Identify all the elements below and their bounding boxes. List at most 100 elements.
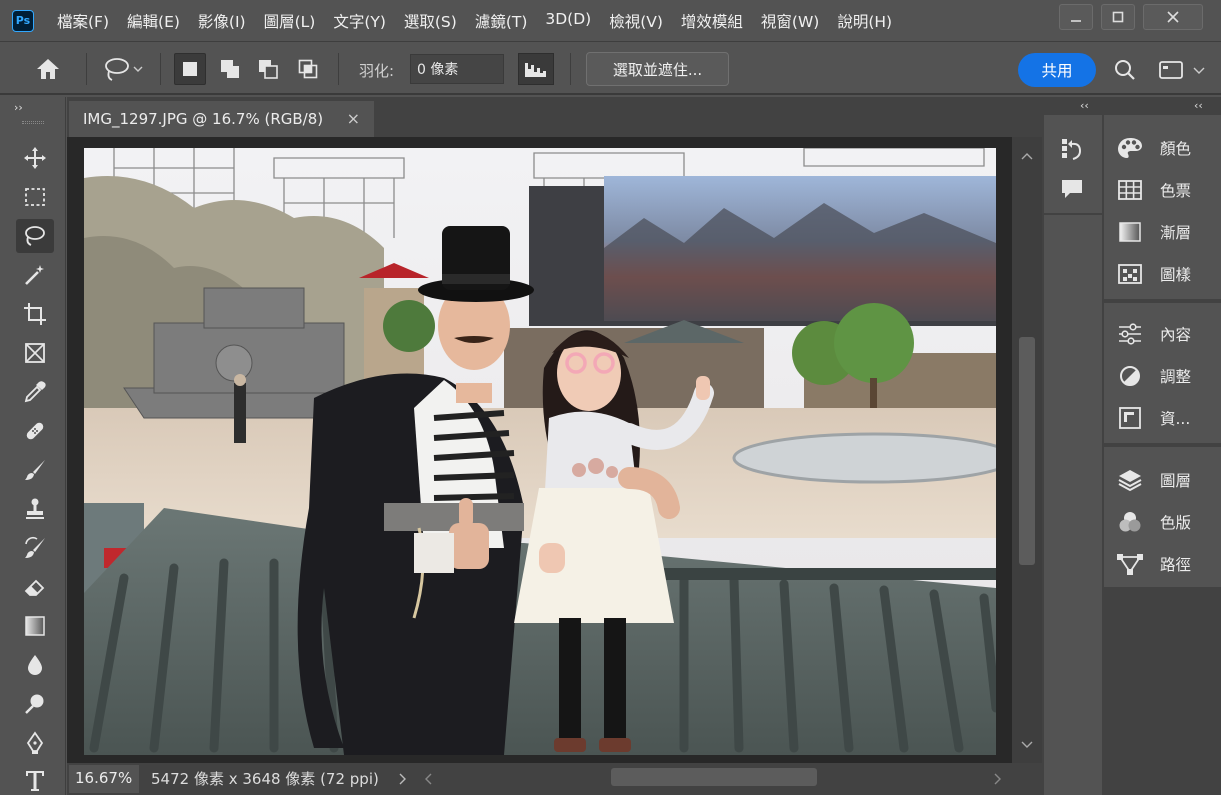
collapse-panel-icon[interactable]: ‹‹ xyxy=(1080,99,1089,112)
gradient-icon xyxy=(25,616,45,636)
panel-adjustments[interactable]: 調整 xyxy=(1104,357,1221,395)
vertical-scrollbar[interactable] xyxy=(1012,137,1042,763)
panel-label: 圖樣 xyxy=(1160,266,1192,284)
pen-icon xyxy=(26,731,44,754)
panel-paths[interactable]: 路徑 xyxy=(1104,545,1221,583)
comments-panel-button[interactable] xyxy=(1058,175,1086,207)
menu-file[interactable]: 檔案(F) xyxy=(48,10,118,32)
search-button[interactable] xyxy=(1110,55,1140,85)
blur-tool[interactable] xyxy=(16,648,54,682)
feather-input[interactable] xyxy=(410,54,504,84)
panel-layers[interactable]: 圖層 xyxy=(1104,461,1221,499)
document-tab[interactable]: IMG_1297.JPG @ 16.7% (RGB/8) × xyxy=(69,101,374,137)
history-brush-icon xyxy=(25,536,45,558)
scroll-up-icon[interactable] xyxy=(1020,151,1034,161)
history-brush-tool[interactable] xyxy=(16,531,54,565)
menu-edit[interactable]: 編輯(E) xyxy=(118,10,189,32)
close-tab-icon[interactable]: × xyxy=(347,109,360,128)
scroll-left-icon[interactable] xyxy=(423,772,435,786)
eraser-tool[interactable] xyxy=(16,570,54,604)
type-tool[interactable] xyxy=(16,765,54,795)
menu-filter[interactable]: 濾鏡(T) xyxy=(466,10,537,32)
collapse-panel-icon[interactable]: ‹‹ xyxy=(1194,99,1203,112)
new-selection-button[interactable] xyxy=(174,53,206,85)
feather-label: 羽化: xyxy=(359,62,395,80)
zoom-level-field[interactable]: 16.67% xyxy=(69,765,139,793)
panel-label: 色版 xyxy=(1160,514,1192,532)
options-bar: 羽化: 選取並遮住... 共用 xyxy=(0,43,1221,95)
maximize-icon xyxy=(1112,11,1124,23)
close-window-button[interactable] xyxy=(1143,4,1203,30)
home-icon xyxy=(37,59,59,79)
add-selection-button[interactable] xyxy=(214,53,246,85)
anti-alias-toggle[interactable] xyxy=(518,53,554,85)
panel-label: 路徑 xyxy=(1160,556,1192,574)
dodge-tool[interactable] xyxy=(16,687,54,721)
pen-tool[interactable] xyxy=(16,726,54,760)
menu-layer[interactable]: 圖層(L) xyxy=(255,10,325,32)
marquee-tool[interactable] xyxy=(16,180,54,214)
workspace-switcher[interactable] xyxy=(1152,55,1212,85)
vertical-scroll-thumb[interactable] xyxy=(1019,337,1035,565)
workspace-icon xyxy=(1159,61,1183,79)
panel-color[interactable]: 顏色 xyxy=(1104,129,1221,167)
dodge-icon xyxy=(25,694,44,714)
clone-stamp-tool[interactable] xyxy=(16,492,54,526)
canvas-area[interactable] xyxy=(67,137,1012,763)
tool-preset-picker[interactable] xyxy=(96,53,150,85)
divider xyxy=(338,53,339,85)
intersect-selection-button[interactable] xyxy=(292,53,324,85)
tools-panel: ›› xyxy=(0,97,66,795)
document-tab-title: IMG_1297.JPG @ 16.7% (RGB/8) xyxy=(83,110,324,128)
menu-help[interactable]: 說明(H) xyxy=(828,10,901,32)
panel-properties[interactable]: 內容 xyxy=(1104,315,1221,353)
photoshop-logo[interactable]: Ps xyxy=(12,9,34,32)
chevron-right-icon[interactable] xyxy=(397,772,409,786)
document-image[interactable] xyxy=(84,148,996,755)
menu-plugins[interactable]: 增效模組 xyxy=(672,10,752,32)
panel-libraries[interactable]: 資... xyxy=(1104,399,1221,437)
magic-wand-tool[interactable] xyxy=(16,258,54,292)
menu-image[interactable]: 影像(I) xyxy=(189,10,255,32)
minimize-button[interactable] xyxy=(1059,4,1093,30)
menu-select[interactable]: 選取(S) xyxy=(395,10,466,32)
comment-icon xyxy=(1062,180,1082,198)
eyedropper-tool[interactable] xyxy=(16,375,54,409)
home-button[interactable] xyxy=(30,53,66,85)
panel-label: 圖層 xyxy=(1160,472,1192,490)
healing-brush-tool[interactable] xyxy=(16,414,54,448)
scroll-down-icon[interactable] xyxy=(1020,740,1034,750)
maximize-button[interactable] xyxy=(1101,4,1135,30)
move-tool[interactable] xyxy=(16,141,54,175)
menu-3d[interactable]: 3D(D) xyxy=(536,10,600,32)
subtract-selection-button[interactable] xyxy=(252,53,284,85)
horizontal-scroll-thumb[interactable] xyxy=(611,768,817,786)
panel-swatches[interactable]: 色票 xyxy=(1104,171,1221,209)
select-and-mask-button[interactable]: 選取並遮住... xyxy=(586,52,729,86)
scroll-right-icon[interactable] xyxy=(992,772,1004,786)
panel-grip[interactable] xyxy=(22,121,44,124)
document-info[interactable]: 5472 像素 x 3648 像素 (72 ppi) xyxy=(151,766,379,792)
menu-bar: Ps 檔案(F) 編輯(E) 影像(I) 圖層(L) 文字(Y) 選取(S) 濾… xyxy=(0,0,1221,42)
close-icon xyxy=(1167,11,1179,23)
panel-gradients[interactable]: 漸層 xyxy=(1104,213,1221,251)
subtract-selection-icon xyxy=(259,60,278,79)
menu-view[interactable]: 檢視(V) xyxy=(600,10,672,32)
crop-tool[interactable] xyxy=(16,297,54,331)
stamp-icon xyxy=(26,498,44,519)
frame-tool[interactable] xyxy=(16,336,54,370)
panel-label: 色票 xyxy=(1160,182,1192,200)
gradients-icon xyxy=(1119,222,1141,242)
panel-patterns[interactable]: 圖樣 xyxy=(1104,255,1221,293)
panel-channels[interactable]: 色版 xyxy=(1104,503,1221,541)
brush-tool[interactable] xyxy=(16,453,54,487)
menu-window[interactable]: 視窗(W) xyxy=(752,10,828,32)
lasso-tool[interactable] xyxy=(16,219,54,253)
panel-label: 漸層 xyxy=(1160,224,1192,242)
gradient-tool[interactable] xyxy=(16,609,54,643)
expand-panel-icon[interactable]: ›› xyxy=(14,101,23,114)
history-panel-button[interactable] xyxy=(1058,135,1086,167)
menu-type[interactable]: 文字(Y) xyxy=(324,10,395,32)
layers-panel-group: 圖層 色版 路徑 xyxy=(1104,447,1221,587)
share-button[interactable]: 共用 xyxy=(1018,53,1096,87)
